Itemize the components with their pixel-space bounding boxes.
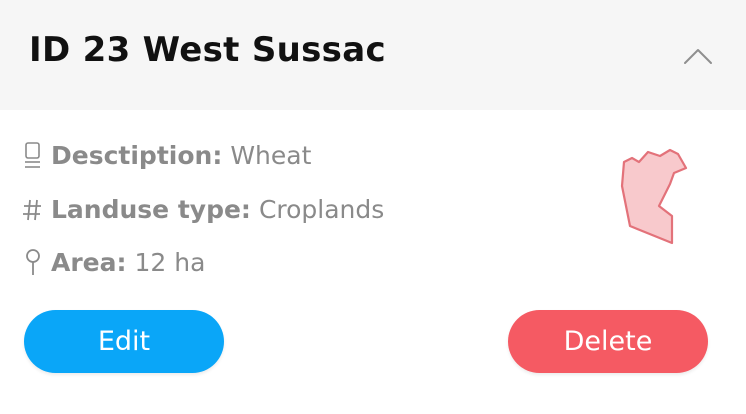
- landuse-value: Croplands: [258, 194, 385, 224]
- edit-button[interactable]: Edit: [24, 310, 224, 373]
- area-row: Area: 12 ha: [22, 244, 205, 280]
- location-pin-icon: [26, 249, 40, 275]
- chevron-up-icon: [684, 49, 712, 64]
- hash-icon: [23, 199, 41, 221]
- collapse-button[interactable]: [678, 38, 718, 74]
- document-icon: [25, 142, 40, 168]
- delete-button[interactable]: Delete: [508, 310, 708, 373]
- field-card: ID 23 West Sussac Desctiption: Wheat Lan…: [0, 0, 746, 414]
- area-value: 12 ha: [134, 247, 206, 277]
- landuse-row: Landuse type: Croplands: [22, 191, 384, 227]
- description-row: Desctiption: Wheat: [22, 137, 311, 173]
- field-polygon-icon: [620, 148, 688, 245]
- card-header[interactable]: ID 23 West Sussac: [0, 0, 746, 110]
- area-label: Area:: [51, 247, 127, 277]
- field-title: ID 23 West Sussac: [29, 30, 386, 70]
- description-label: Desctiption:: [51, 140, 223, 170]
- description-value: Wheat: [230, 140, 312, 170]
- landuse-label: Landuse type:: [51, 194, 251, 224]
